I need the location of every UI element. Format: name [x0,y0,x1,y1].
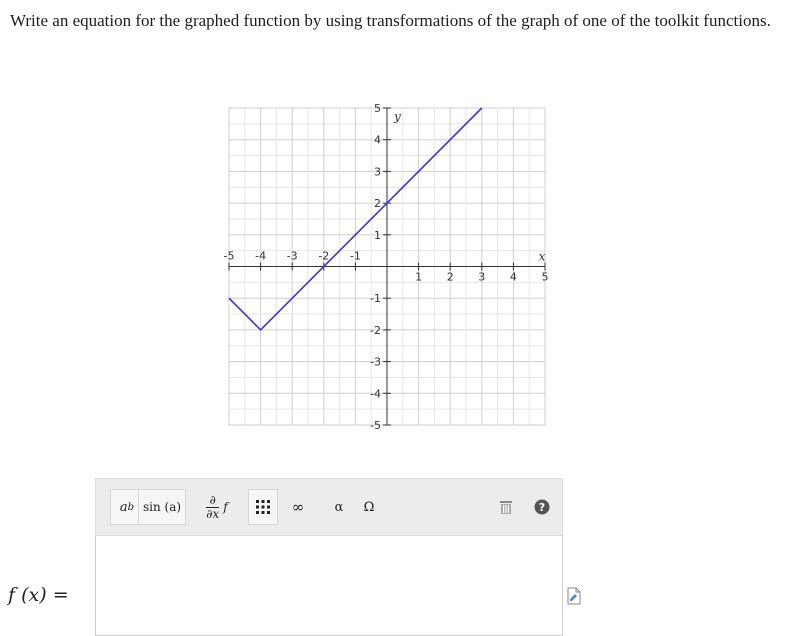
power-base: a [119,499,128,515]
partial-bottom: ∂x [206,506,220,521]
svg-text:?: ? [539,501,545,514]
partial-derivative-button[interactable]: ∂ ∂x f [196,489,238,525]
y-tick-label: 2 [374,197,381,210]
y-tick-label: 3 [374,165,381,178]
trash-button[interactable] [494,489,518,525]
answer-input[interactable] [95,536,563,636]
function-graph: -5 -4 -3 -2 -1 1 2 3 4 5 5 4 3 2 1 -1 -2 -3 -4 -5 x y [224,102,549,432]
y-tick-label: -3 [370,356,381,369]
help-icon: ? [534,499,550,515]
x-axis-label: x [539,250,546,264]
infinity-symbol: ∞ [291,498,305,516]
x-tick-label: 3 [478,271,485,284]
y-axis-label: y [393,110,401,124]
power-exponent: b [127,501,135,513]
y-tick-label: 4 [374,134,381,147]
sin-button[interactable]: sin (a) [138,489,186,525]
x-tick-label: -4 [255,250,266,263]
matrix-button[interactable] [248,489,278,525]
x-tick-label: 1 [415,271,422,284]
y-tick-label: -5 [370,419,381,432]
matrix-icon [256,500,270,514]
function-name: f [8,584,16,606]
x-tick-label: -3 [287,250,298,263]
x-tick-label: -5 [224,250,235,263]
y-tick-label: 1 [374,229,381,242]
x-tick-label: 2 [447,271,454,284]
y-tick-label: 5 [374,102,381,115]
help-button[interactable]: ? [530,489,554,525]
function-argument: (x) [21,584,47,606]
omega-symbol: Ω [363,499,375,515]
alpha-button[interactable]: α [328,489,350,525]
x-tick-label: 4 [510,271,517,284]
math-toolbar: ab sin (a) ∂ ∂x f ∞ α Ω ? [95,478,563,536]
function-label: f (x) = [8,584,69,606]
y-tick-label: -2 [370,324,381,337]
y-tick-label: -1 [370,292,381,305]
y-tick-label: -4 [370,387,381,400]
omega-button[interactable]: Ω [358,489,380,525]
alpha-symbol: α [334,499,344,515]
sin-label: sin (a) [142,500,182,514]
x-tick-label: -1 [350,250,361,263]
preview-icon[interactable] [566,587,582,605]
partial-top: ∂ [209,492,216,507]
equals-sign: = [52,584,69,606]
x-tick-label: 5 [542,271,549,284]
question-text: Write an equation for the graphed functi… [10,11,771,30]
x-tick-label: -2 [318,250,329,263]
infinity-button[interactable]: ∞ [286,489,310,525]
trash-icon [500,500,512,514]
partial-f: f [223,500,228,514]
